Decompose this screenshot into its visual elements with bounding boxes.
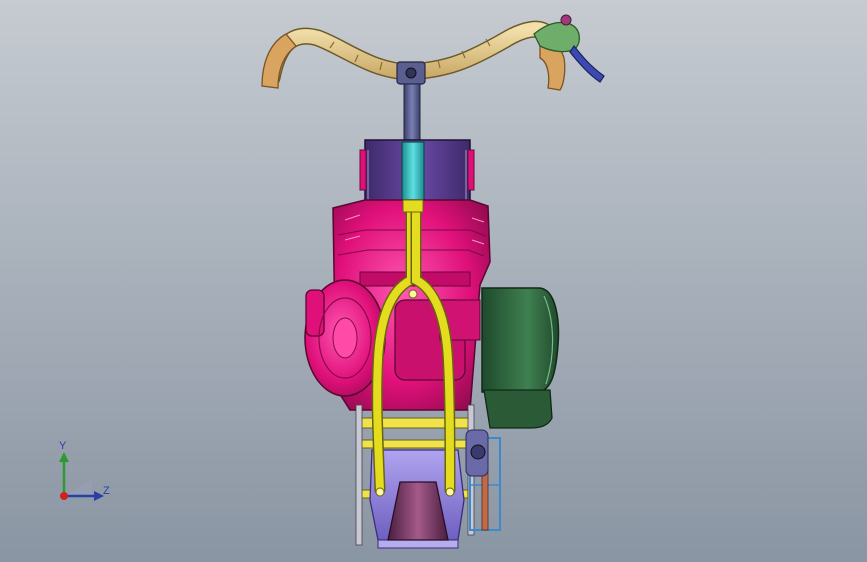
engine-bike-model[interactable] <box>0 0 867 562</box>
stem-clamp[interactable] <box>396 61 426 85</box>
steering-stem[interactable] <box>403 83 421 145</box>
view-orientation-triad: Y Z <box>48 438 118 508</box>
head-tube[interactable] <box>401 141 425 207</box>
triad-y-label: Y <box>59 440 67 452</box>
air-filter[interactable] <box>481 287 560 429</box>
triad-z-label: Z <box>103 485 110 497</box>
left-grip[interactable] <box>261 33 297 89</box>
cad-viewport[interactable]: Y Z <box>0 0 867 562</box>
